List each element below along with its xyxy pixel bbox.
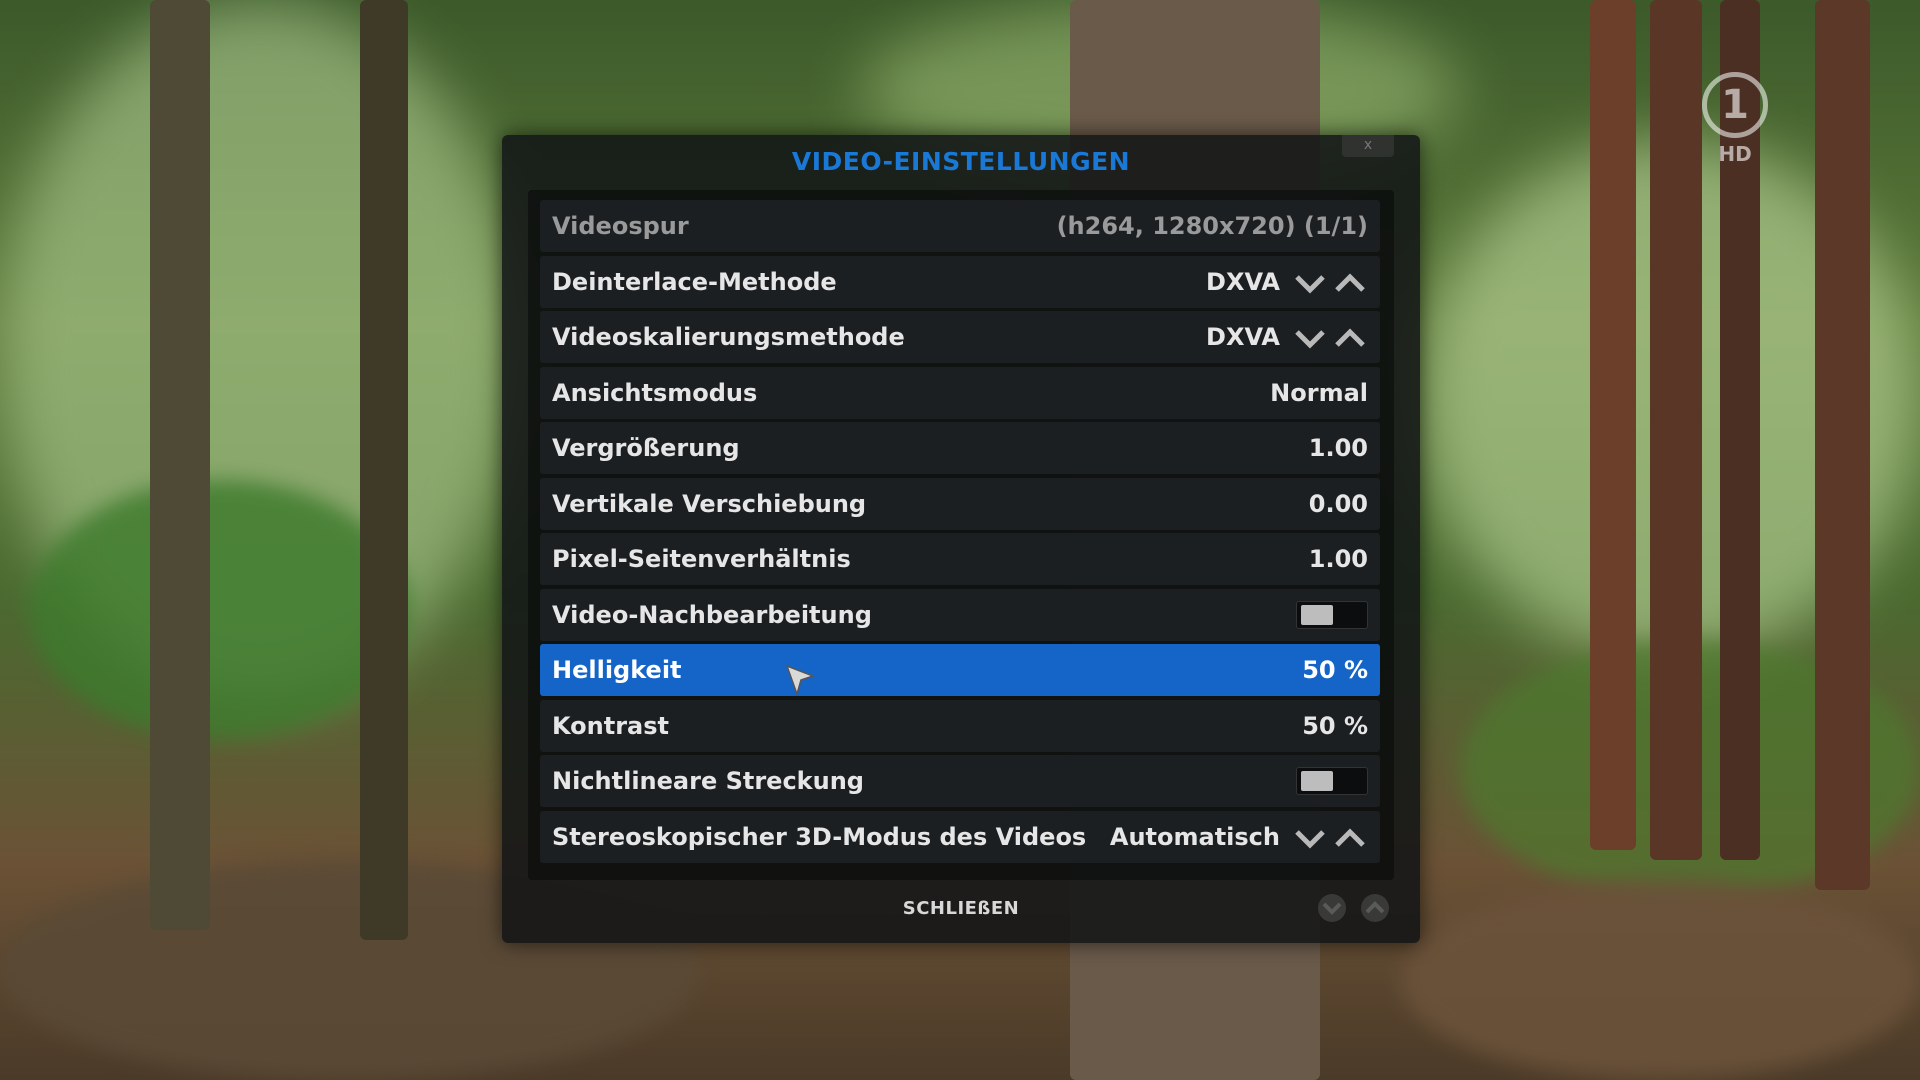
close-button[interactable]: SCHLIEßEN [502, 898, 1420, 919]
setting-value: (h264, 1280x720) (1/1) [1056, 212, 1368, 240]
page-down-icon[interactable] [1318, 894, 1346, 922]
setting-value: Automatisch [1109, 822, 1280, 851]
setting-row-vertikale-verschiebung[interactable]: Vertikale Verschiebung 0.00 [540, 477, 1380, 530]
setting-value: DXVA [1206, 267, 1280, 296]
page-nav [1318, 894, 1389, 922]
setting-value: DXVA [1206, 323, 1280, 351]
dialog-title: VIDEO-EINSTELLUNGEN [791, 147, 1131, 176]
setting-label: Videospur [552, 212, 689, 240]
setting-label: Videoskalierungsmethode [552, 323, 905, 351]
chevron-down-icon[interactable] [1295, 330, 1325, 349]
setting-label: Vergrößerung [552, 434, 740, 462]
chevron-up-icon[interactable] [1335, 272, 1365, 292]
tree-trunk [1650, 0, 1702, 860]
setting-label: Video-Nachbearbeitung [552, 600, 872, 629]
spin-control [1295, 827, 1365, 849]
setting-row-videoskalierungsmethode[interactable]: Videoskalierungsmethode DXVA [540, 311, 1380, 363]
setting-row-nichtlineare-streckung[interactable]: Nichtlineare Streckung [540, 755, 1380, 807]
setting-value: 0.00 [1308, 489, 1368, 518]
setting-row-pixel-seitenverhaeltnis[interactable]: Pixel-Seitenverhältnis 1.00 [540, 533, 1380, 585]
forest-path [1400, 880, 1920, 1080]
setting-value: 1.00 [1308, 545, 1368, 573]
setting-value: 50 % [1302, 656, 1368, 684]
toggle-switch[interactable] [1296, 600, 1368, 629]
setting-row-helligkeit[interactable]: Helligkeit 50 % [540, 644, 1380, 696]
toggle-knob [1301, 604, 1333, 625]
setting-value: 50 % [1302, 711, 1368, 740]
setting-row-kontrast[interactable]: Kontrast 50 % [540, 699, 1380, 752]
spin-control [1295, 272, 1365, 294]
tree-trunk [360, 0, 408, 940]
channel-number: 1 [1702, 72, 1768, 138]
setting-label: Pixel-Seitenverhältnis [552, 545, 851, 573]
setting-value: 1.00 [1308, 434, 1368, 462]
foliage [30, 480, 410, 740]
chevron-down-icon[interactable] [1295, 829, 1325, 849]
tree-trunk [1590, 0, 1636, 850]
setting-row-vergroesserung[interactable]: Vergrößerung 1.00 [540, 422, 1380, 474]
chevron-up-icon[interactable] [1335, 328, 1365, 347]
chevron-down-icon[interactable] [1295, 274, 1325, 294]
setting-label: Deinterlace-Methode [552, 267, 837, 296]
page-up-icon[interactable] [1361, 894, 1389, 922]
tree-trunk [150, 0, 210, 930]
mouse-pointer-icon [785, 664, 815, 697]
chevron-up-icon[interactable] [1335, 827, 1365, 847]
toggle-switch[interactable] [1296, 767, 1368, 795]
setting-row-stereoskopischer-3d-modus-des-videos[interactable]: Stereoskopischer 3D-Modus des Videos Auto… [540, 810, 1380, 863]
setting-label: Vertikale Verschiebung [552, 489, 867, 518]
setting-value: Normal [1270, 378, 1368, 407]
setting-label: Ansichtsmodus [552, 378, 758, 407]
channel-logo: 1 HD [1700, 72, 1770, 166]
setting-row-deinterlace-methode[interactable]: Deinterlace-Methode DXVA [540, 255, 1380, 308]
setting-label: Nichtlineare Streckung [552, 767, 864, 795]
setting-label: Kontrast [552, 711, 670, 740]
toggle-knob [1301, 771, 1333, 791]
tree-trunk [1815, 0, 1870, 890]
channel-hd-label: HD [1718, 142, 1752, 166]
setting-row-video-nachbearbeitung[interactable]: Video-Nachbearbeitung [540, 588, 1380, 641]
setting-row-ansichtsmodus[interactable]: Ansichtsmodus Normal [540, 366, 1380, 419]
setting-label: Stereoskopischer 3D-Modus des Videos [552, 822, 1087, 851]
spin-control [1295, 328, 1365, 349]
setting-row-videospur[interactable]: Videospur (h264, 1280x720) (1/1) [540, 200, 1380, 252]
setting-label: Helligkeit [552, 656, 682, 684]
